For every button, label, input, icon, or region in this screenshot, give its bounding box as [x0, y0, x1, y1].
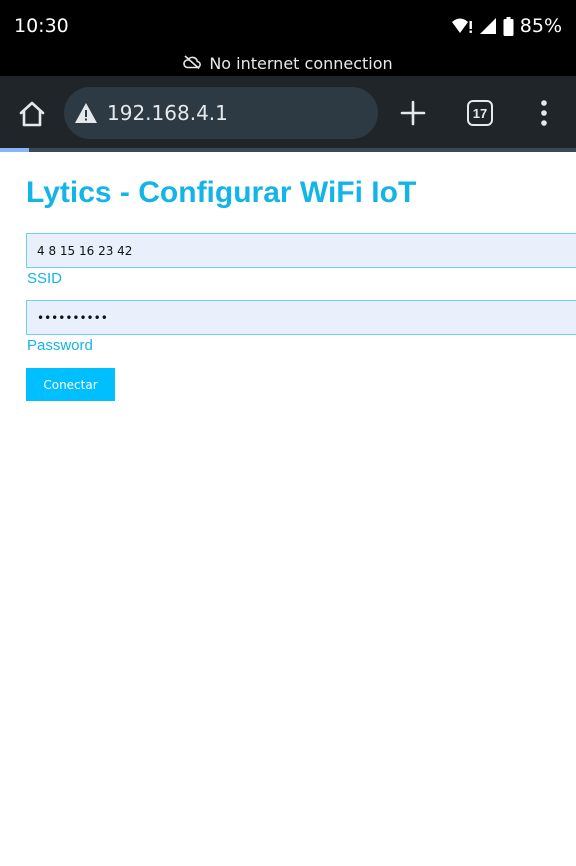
wifi-alert-icon: [451, 17, 473, 35]
battery-icon: [503, 16, 514, 36]
tab-switcher-button[interactable]: 17: [467, 100, 493, 126]
ssid-value: 4 8 15 16 23 42: [37, 243, 133, 258]
browser-toolbar: 192.168.4.1 17: [0, 76, 576, 148]
plus-icon: [400, 100, 426, 126]
address-bar[interactable]: 192.168.4.1: [64, 87, 378, 139]
password-input[interactable]: ••••••••••: [26, 300, 576, 335]
load-progress-bar: [0, 148, 576, 152]
page-title: Lytics - Configurar WiFi IoT: [26, 176, 417, 209]
url-text: 192.168.4.1: [107, 101, 228, 125]
home-icon: [19, 101, 45, 127]
overflow-menu-button[interactable]: [532, 98, 556, 128]
warning-icon: [75, 103, 97, 123]
password-label: Password: [27, 337, 93, 354]
status-icons: 85%: [451, 15, 562, 37]
load-progress-fill: [0, 148, 29, 152]
cloud-off-icon: [183, 54, 202, 73]
connect-button[interactable]: Conectar: [26, 368, 115, 401]
ssid-input[interactable]: 4 8 15 16 23 42: [26, 233, 576, 268]
new-tab-button[interactable]: [398, 98, 428, 128]
home-button[interactable]: [16, 98, 48, 130]
password-value: ••••••••••: [37, 310, 108, 325]
no-internet-banner: No internet connection: [0, 50, 576, 76]
status-bar: 10:30 85%: [0, 0, 576, 52]
ssid-label: SSID: [27, 270, 63, 287]
cell-signal-icon: [479, 17, 497, 35]
status-time: 10:30: [14, 15, 69, 37]
battery-level: 85%: [519, 15, 562, 37]
tab-count: 17: [472, 105, 488, 121]
no-internet-text: No internet connection: [209, 53, 393, 73]
more-vert-icon: [541, 100, 547, 126]
